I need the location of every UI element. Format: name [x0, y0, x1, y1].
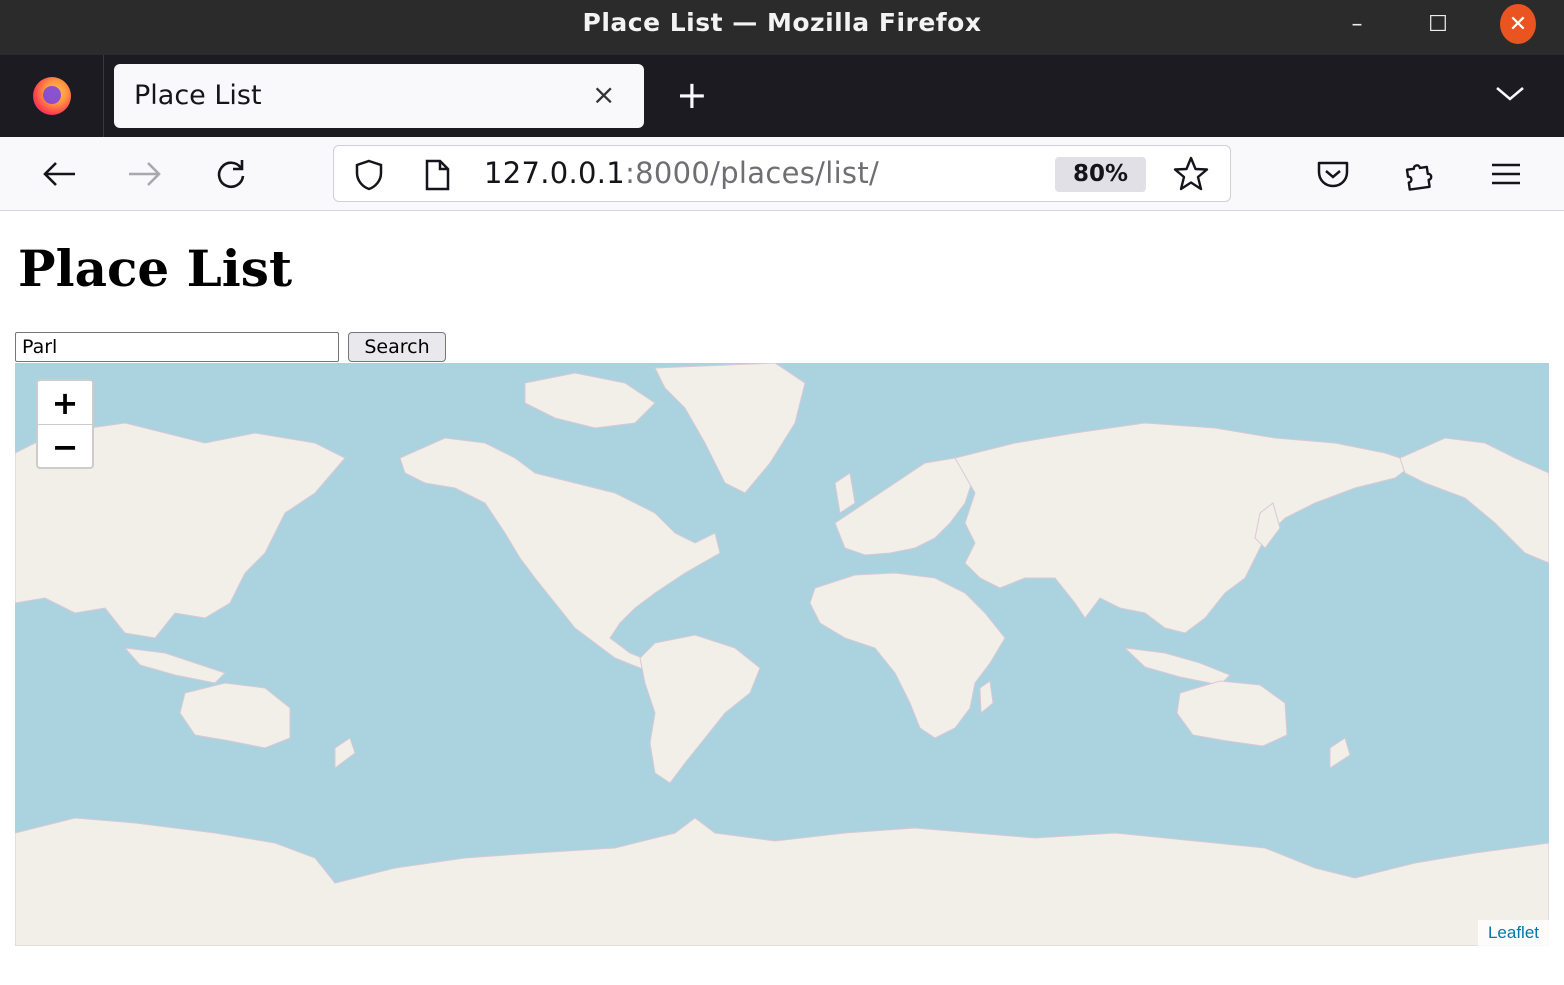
maximize-icon: ☐: [1428, 11, 1448, 37]
url-bar[interactable]: 127.0.0.1:8000/places/list/ 80%: [333, 145, 1231, 202]
landmass-australia: [1176, 680, 1288, 747]
close-window-button[interactable]: ✕: [1500, 4, 1536, 44]
minimize-button[interactable]: –: [1339, 6, 1375, 42]
tab-place-list[interactable]: Place List ×: [114, 64, 644, 128]
landmass-greenland: [654, 363, 806, 494]
maximize-button[interactable]: ☐: [1420, 6, 1456, 42]
list-all-tabs-chevron-icon[interactable]: [1494, 77, 1526, 112]
map-attribution-link[interactable]: Leaflet: [1477, 920, 1549, 946]
tab-strip: Place List × +: [0, 55, 1564, 137]
bookmark-star-icon[interactable]: [1172, 155, 1210, 197]
zoom-out-button[interactable]: −: [38, 425, 92, 467]
landmass-australia-west: [179, 682, 291, 749]
back-button[interactable]: [35, 150, 83, 198]
pocket-button[interactable]: [1309, 150, 1357, 198]
search-input[interactable]: [15, 332, 339, 362]
zoom-in-button[interactable]: +: [38, 381, 92, 425]
url-path: :8000/places/list/: [625, 156, 880, 190]
map-tiles: [15, 363, 1549, 946]
landmass-newzealand-west: [334, 737, 356, 769]
reload-icon: [217, 160, 245, 189]
landmass-alaska-east: [1399, 437, 1549, 564]
tab-title: Place List: [134, 80, 262, 111]
page-info-icon[interactable]: [422, 158, 452, 196]
window-title: Place List — Mozilla Firefox: [582, 8, 982, 37]
search-button[interactable]: Search: [348, 332, 446, 362]
navigation-toolbar: 127.0.0.1:8000/places/list/ 80%: [0, 137, 1564, 211]
world-map[interactable]: + − Leaflet: [15, 363, 1549, 946]
page-content: Place List Search: [0, 211, 1564, 985]
extensions-button[interactable]: [1396, 150, 1444, 198]
puzzle-piece-icon: [1405, 164, 1433, 191]
minimize-icon: –: [1351, 11, 1363, 37]
map-zoom-control: + −: [36, 379, 94, 469]
hamburger-menu-icon: [1492, 163, 1520, 185]
pocket-icon: [1317, 161, 1349, 188]
url-text[interactable]: 127.0.0.1:8000/places/list/: [484, 156, 879, 190]
landmass-africa: [809, 572, 1006, 739]
landmass-south-america: [639, 634, 761, 784]
landmass-newzealand: [1329, 737, 1351, 769]
landmass-europe: [834, 457, 976, 556]
back-arrow-icon: [43, 162, 75, 186]
firefox-logo-icon: [32, 77, 71, 115]
zoom-level-badge[interactable]: 80%: [1055, 157, 1146, 192]
tracking-protection-shield-icon[interactable]: [352, 158, 386, 196]
landmass-north-america: [399, 437, 721, 674]
landmass-uk: [834, 472, 856, 514]
window-titlebar: Place List — Mozilla Firefox – ☐ ✕: [0, 0, 1564, 55]
forward-button[interactable]: [121, 150, 169, 198]
firefox-view-button[interactable]: [0, 55, 104, 137]
app-menu-button[interactable]: [1482, 150, 1530, 198]
landmass-madagascar: [979, 680, 994, 715]
close-icon: ✕: [1508, 11, 1528, 37]
page-title: Place List: [18, 239, 293, 298]
landmass-indonesia-west: [123, 647, 226, 684]
landmass-canada-islands: [524, 372, 656, 429]
landmass-asia: [954, 422, 1417, 634]
new-tab-button[interactable]: +: [676, 75, 708, 115]
tab-close-icon[interactable]: ×: [592, 78, 615, 111]
reload-button[interactable]: [207, 150, 255, 198]
forward-arrow-icon: [129, 162, 161, 186]
landmass-antarctica: [15, 817, 1549, 946]
url-host: 127.0.0.1: [484, 156, 626, 190]
landmass-indonesia: [1123, 647, 1231, 686]
